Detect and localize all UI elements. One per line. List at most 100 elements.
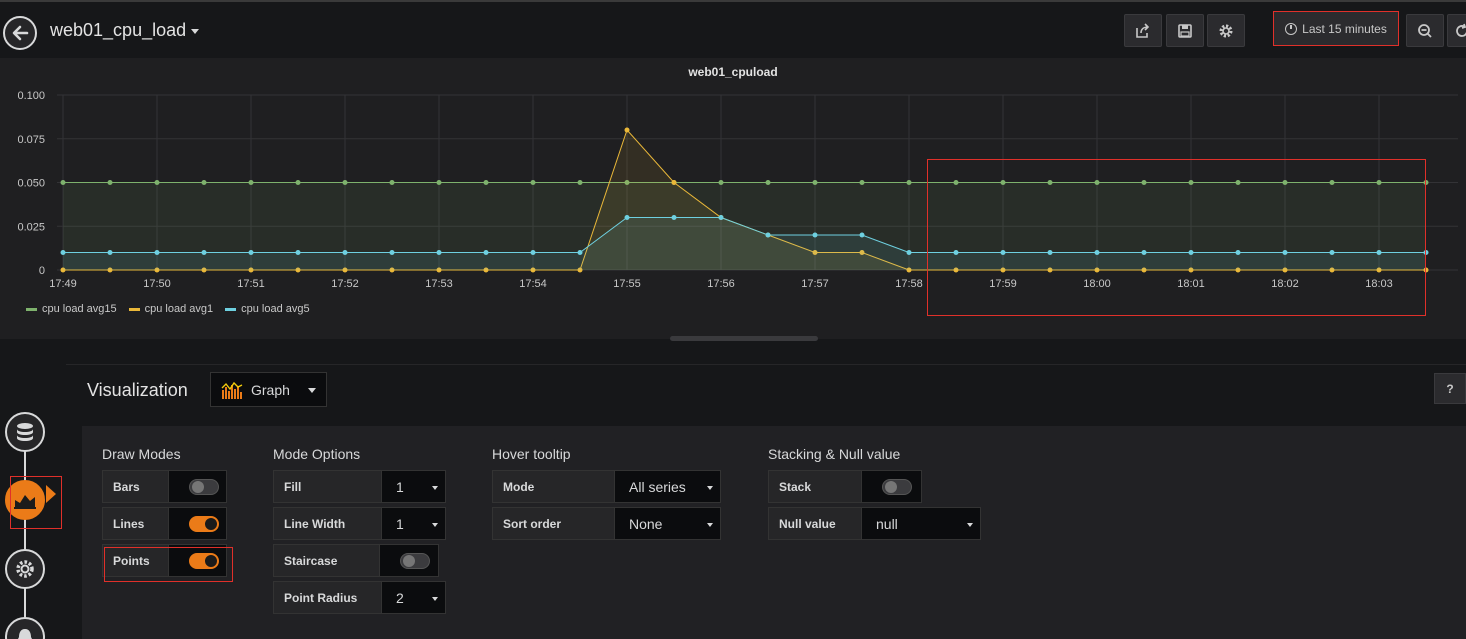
- visualization-heading: Visualization: [87, 380, 188, 400]
- data-point: [1376, 180, 1382, 185]
- stack-label: Stack: [768, 470, 862, 503]
- gear-icon: [1219, 24, 1233, 37]
- y-tick-label: 0.100: [17, 90, 45, 102]
- bars-row: Bars: [102, 470, 227, 503]
- x-tick-label: 18:02: [1271, 278, 1299, 290]
- data-point: [1329, 180, 1335, 185]
- bars-toggle[interactable]: [189, 478, 219, 495]
- caret-down-icon: [191, 28, 200, 34]
- data-point: [201, 180, 207, 185]
- point-radius-select[interactable]: 2: [382, 581, 446, 614]
- x-tick-label: 17:50: [143, 278, 171, 290]
- null-value-value: null: [876, 515, 898, 532]
- data-point: [60, 180, 66, 185]
- data-point: [107, 250, 113, 255]
- data-point: [248, 250, 254, 255]
- editor-side-rail: [0, 339, 66, 639]
- data-point: [483, 180, 489, 185]
- legend-item-avg1[interactable]: cpu load avg1: [128, 303, 213, 315]
- points-switch-container: [169, 544, 227, 577]
- x-tick-label: 17:52: [331, 278, 359, 290]
- stack-toggle[interactable]: [882, 478, 912, 495]
- stack-row: Stack: [768, 470, 922, 503]
- data-point: [1423, 180, 1429, 185]
- tooltip-mode-label: Mode: [492, 470, 615, 503]
- settings-button[interactable]: [1207, 14, 1245, 47]
- data-point: [953, 180, 959, 185]
- legend-item-avg15[interactable]: cpu load avg15: [26, 303, 117, 315]
- dashboard-root: web01_cpu_load Last 15 minutes 0.100 0.0…: [0, 0, 1466, 639]
- queries-tab[interactable]: [5, 412, 45, 452]
- x-tick-label: 17:53: [425, 278, 453, 290]
- data-point: [1376, 250, 1382, 255]
- data-point: [107, 180, 113, 185]
- bell-icon: [18, 629, 32, 639]
- tooltip-mode-select[interactable]: All series: [615, 470, 721, 503]
- back-button[interactable]: [3, 16, 37, 50]
- null-value-select[interactable]: null: [862, 507, 981, 540]
- caret-down-icon: [308, 388, 316, 393]
- arrow-left-icon: [12, 25, 29, 41]
- time-range-picker[interactable]: Last 15 minutes: [1273, 11, 1399, 46]
- data-point: [906, 250, 912, 255]
- data-point: [154, 180, 160, 185]
- settings-tools-icon: [16, 560, 34, 578]
- panel-resize-handle[interactable]: [670, 336, 818, 341]
- staircase-toggle[interactable]: [400, 552, 430, 569]
- alert-tab[interactable]: [5, 617, 45, 639]
- save-dashboard-button[interactable]: [1166, 14, 1204, 47]
- x-tick-label: 17:51: [237, 278, 265, 290]
- legend-item-avg5[interactable]: cpu load avg5: [225, 303, 310, 315]
- line-width-select[interactable]: 1: [382, 507, 446, 540]
- data-point: [1282, 250, 1288, 255]
- share-button[interactable]: [1124, 14, 1162, 47]
- panel-title[interactable]: web01_cpuload: [0, 65, 1466, 79]
- data-point: [1329, 250, 1335, 255]
- draw-modes-title: Draw Modes: [102, 446, 181, 462]
- data-point: [1141, 250, 1147, 255]
- toggle-knob: [205, 517, 217, 530]
- time-range-label: Last 15 minutes: [1302, 21, 1387, 36]
- data-point: [436, 180, 442, 185]
- chart-canvas: 0.1000.0750.0500.0250 17:49 17:50 17:51 17:…: [17, 90, 1458, 290]
- y-tick-label: 0.025: [17, 221, 45, 233]
- data-point: [1235, 180, 1241, 185]
- visualization-tab[interactable]: [5, 480, 45, 520]
- zoom-out-button[interactable]: [1406, 14, 1444, 47]
- data-point: [1047, 250, 1053, 255]
- x-tick-label: 17:54: [519, 278, 547, 290]
- sort-order-row: Sort order None: [492, 507, 721, 540]
- data-point: [577, 250, 583, 255]
- legend-label: cpu load avg5: [241, 303, 310, 315]
- lines-toggle[interactable]: [189, 515, 219, 532]
- data-point: [1282, 180, 1288, 185]
- sort-order-select[interactable]: None: [615, 507, 721, 540]
- general-tab[interactable]: [5, 549, 45, 589]
- data-point: [906, 180, 912, 185]
- points-toggle[interactable]: [189, 552, 219, 569]
- dashboard-title-picker[interactable]: web01_cpu_load: [50, 20, 200, 41]
- help-button[interactable]: ?: [1434, 373, 1466, 404]
- line-width-value: 1: [396, 515, 404, 532]
- legend-swatch: [128, 307, 140, 311]
- points-label: Points: [102, 544, 169, 577]
- fill-select[interactable]: 1: [382, 470, 446, 503]
- x-tick-label: 18:01: [1177, 278, 1205, 290]
- x-tick-label: 17:57: [801, 278, 829, 290]
- null-value-label: Null value: [768, 507, 862, 540]
- dashboard-title: web01_cpu_load: [50, 20, 187, 40]
- hover-tooltip-title: Hover tooltip: [492, 446, 571, 462]
- rail-connector: [24, 449, 26, 639]
- refresh-button[interactable]: [1447, 14, 1466, 47]
- visualization-picker[interactable]: Graph: [210, 372, 327, 407]
- visualization-value: Graph: [251, 381, 290, 398]
- bars-label: Bars: [102, 470, 169, 503]
- lines-row: Lines: [102, 507, 227, 540]
- zoom-out-icon: [1418, 23, 1432, 38]
- graph-icon: [221, 381, 243, 399]
- data-point: [530, 180, 536, 185]
- chart-series: [60, 127, 1429, 273]
- legend-swatch: [225, 307, 237, 311]
- data-point: [953, 250, 959, 255]
- data-point: [1235, 250, 1241, 255]
